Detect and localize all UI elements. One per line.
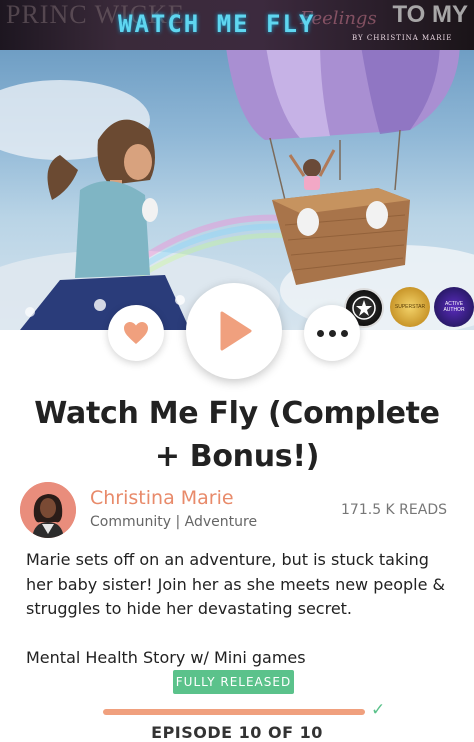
story-genres: Community | Adventure xyxy=(90,514,258,530)
like-button[interactable] xyxy=(108,305,164,361)
banner-right-text: TO MY xyxy=(392,1,468,28)
description-paragraph: Marie sets off on an adventure, but is s… xyxy=(26,550,446,618)
superstar-badge: SUPERSTAR xyxy=(390,287,430,327)
status-badge: FULLY RELEASED xyxy=(173,670,294,694)
episode-progress-bar xyxy=(103,709,365,715)
active-author-badge-text: ACTIVE AUTHOR xyxy=(443,301,465,313)
episode-counter: EPISODE 10 OF 10 xyxy=(151,723,323,742)
description-tagline: Mental Health Story w/ Mini games xyxy=(26,647,306,667)
active-author-badge: ACTIVE AUTHOR xyxy=(434,287,474,327)
author-avatar-image xyxy=(20,482,76,538)
heart-icon xyxy=(124,322,148,344)
more-dots-icon xyxy=(316,329,348,337)
superstar-badge-text: SUPERSTAR xyxy=(394,304,426,310)
check-icon: ✓ xyxy=(371,700,386,720)
play-icon xyxy=(220,311,252,351)
more-options-button[interactable] xyxy=(304,305,360,361)
play-button[interactable] xyxy=(186,283,282,379)
story-description: Marie sets off on an adventure, but is s… xyxy=(26,548,456,670)
story-title: Watch Me Fly (Complete + Bonus!) xyxy=(34,396,440,474)
story-banner: PRINC WICKE Feelings WATCH ME FLY BY CHR… xyxy=(0,0,474,50)
read-count: 171.5 K READS xyxy=(341,502,447,518)
banner-byline: BY CHRISTINA MARIE xyxy=(352,34,453,42)
author-avatar[interactable] xyxy=(20,482,76,538)
episode-progress-fill xyxy=(103,709,365,715)
banner-title: WATCH ME FLY xyxy=(118,10,316,38)
author-name[interactable]: Christina Marie xyxy=(90,487,234,509)
